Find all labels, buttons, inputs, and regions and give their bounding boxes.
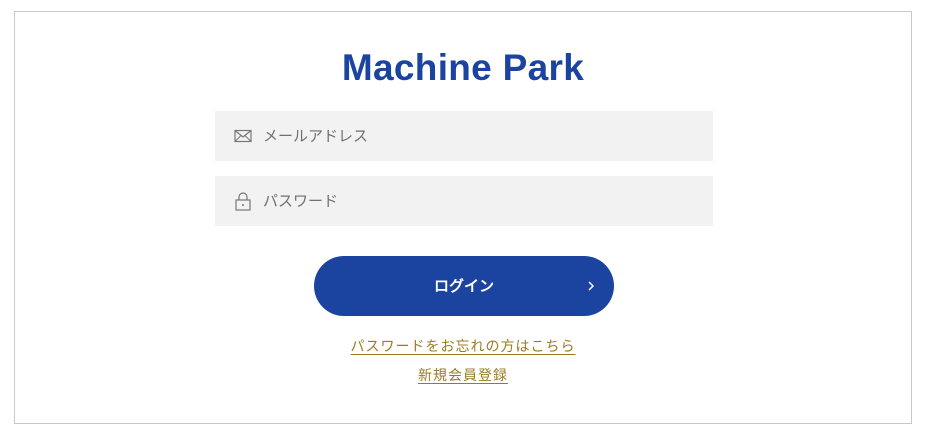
register-row: 新規会員登録 [0, 367, 926, 385]
login-button-label: ログイン [433, 277, 494, 295]
envelope-icon [234, 129, 252, 143]
password-field-container [215, 176, 713, 226]
login-button[interactable]: ログイン [314, 256, 614, 316]
chevron-right-icon [588, 281, 595, 291]
email-field-container [215, 111, 713, 161]
app-title: Machine Park [341, 47, 585, 88]
lock-icon [235, 192, 251, 211]
register-link[interactable]: 新規会員登録 [418, 368, 508, 384]
forgot-password-link[interactable]: パスワードをお忘れの方はこちら [351, 339, 576, 355]
forgot-password-row: パスワードをお忘れの方はこちら [0, 338, 926, 356]
email-input[interactable] [263, 111, 703, 161]
password-input[interactable] [263, 176, 703, 226]
